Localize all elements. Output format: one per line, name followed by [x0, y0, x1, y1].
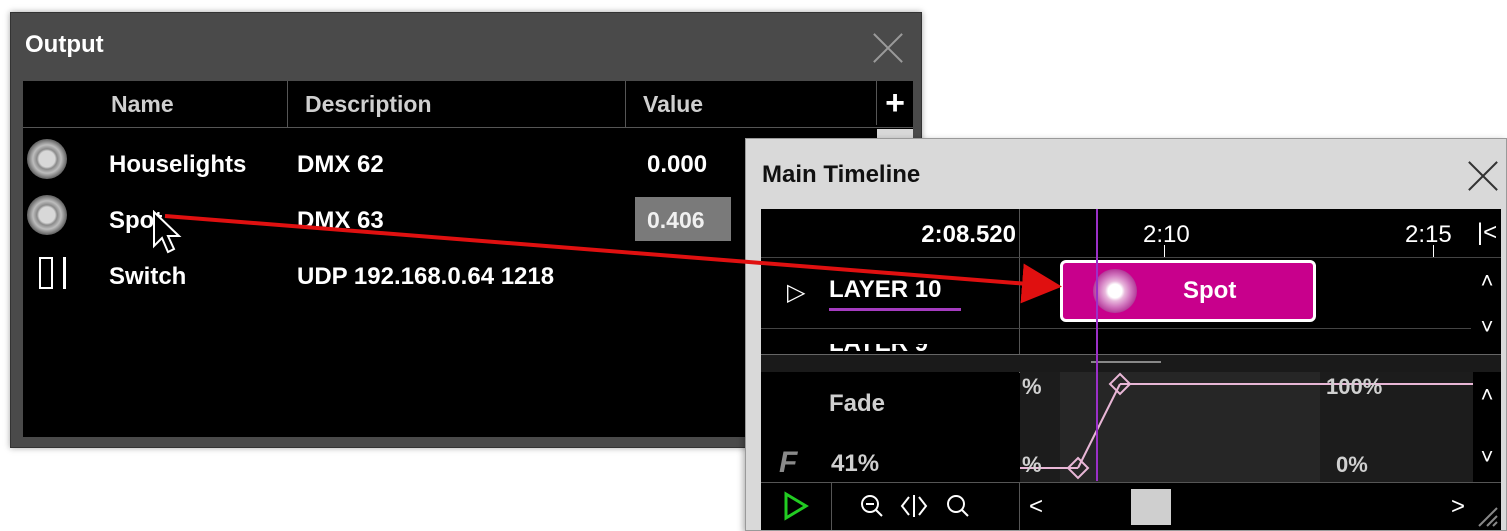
- lamp-icon: [27, 195, 67, 235]
- timeline-toolbar: < >: [761, 482, 1501, 530]
- clip-label: Spot: [1183, 277, 1237, 304]
- layer-scrollbar[interactable]: ˄ ˅: [1473, 258, 1501, 354]
- output-name: Houselights: [109, 151, 247, 178]
- layer-name: LAYER 10: [829, 276, 942, 303]
- envelope-bottom-label: %: [1022, 452, 1042, 477]
- ruler-tick-label: 2:10: [1143, 221, 1190, 248]
- fade-function-icon: F: [779, 446, 798, 479]
- jump-to-start-icon[interactable]: |<: [1473, 209, 1501, 257]
- toolbar-divider: [831, 483, 832, 530]
- lamp-icon: [27, 139, 67, 179]
- toolbar-divider: [1019, 483, 1020, 530]
- play-icon[interactable]: [783, 491, 809, 521]
- output-value-field[interactable]: 0.406: [635, 197, 731, 241]
- playhead[interactable]: [1096, 209, 1098, 481]
- envelope-track[interactable]: Fade F 41% % 100% % 0% ˄ ˅: [761, 372, 1501, 482]
- envelope-percent: 41%: [831, 450, 880, 477]
- output-description: UDP 192.168.0.64 1218: [297, 263, 555, 290]
- scroll-down-icon[interactable]: ˅: [1473, 314, 1501, 340]
- scroll-down-icon[interactable]: ˅: [1473, 444, 1501, 470]
- output-titlebar[interactable]: Output: [11, 13, 921, 81]
- switch-icon: [39, 257, 69, 289]
- close-icon[interactable]: [871, 31, 905, 65]
- envelope-curve[interactable]: [1020, 372, 1473, 482]
- output-title: Output: [25, 31, 104, 58]
- column-header-description[interactable]: Description: [305, 91, 432, 118]
- lamp-icon: [1093, 269, 1137, 313]
- envelope-scrollbar[interactable]: ˄ ˅: [1473, 372, 1501, 482]
- output-description: DMX 63: [297, 207, 384, 234]
- splitter-grip[interactable]: [1091, 361, 1161, 363]
- ruler-tick: [1433, 245, 1434, 257]
- column-header-name[interactable]: Name: [111, 91, 174, 118]
- header-divider: [1019, 209, 1020, 257]
- mouse-cursor-icon: [153, 210, 182, 254]
- horizontal-scrollbar[interactable]: < >: [1021, 489, 1473, 527]
- envelope-top-label: %: [1022, 374, 1042, 399]
- column-header-value[interactable]: Value: [643, 91, 703, 118]
- media-clip[interactable]: Spot: [1060, 260, 1316, 322]
- close-icon[interactable]: [1466, 159, 1500, 193]
- column-divider[interactable]: [625, 81, 626, 127]
- scroll-left-icon[interactable]: <: [1029, 493, 1043, 521]
- column-divider[interactable]: [287, 81, 288, 127]
- envelope-max-label: 100%: [1326, 374, 1383, 399]
- next-layer-name: LAYER 9: [829, 344, 949, 354]
- timeline-title: Main Timeline: [762, 161, 921, 188]
- expand-triangle-icon[interactable]: ▷: [787, 278, 805, 307]
- table-header: Name Description Value +: [23, 81, 913, 128]
- zoom-in-icon[interactable]: [945, 493, 971, 521]
- current-time: 2:08.520: [921, 221, 1016, 248]
- zoom-out-icon[interactable]: [859, 493, 885, 521]
- add-output-button[interactable]: +: [876, 81, 913, 125]
- envelope-header[interactable]: Fade F 41%: [761, 372, 1019, 482]
- timeline-window: Main Timeline 2:08.520 2:10 2:15 |< ▷ LA…: [745, 138, 1507, 531]
- scroll-up-icon[interactable]: ˄: [1473, 268, 1501, 294]
- fit-width-icon[interactable]: [899, 491, 929, 521]
- layer-divider: [761, 328, 1471, 329]
- output-value[interactable]: 0.000: [647, 151, 707, 179]
- timeline-body: 2:08.520 2:10 2:15 |< ▷ LAYER 10 LAYER 9…: [761, 209, 1501, 530]
- time-ruler[interactable]: 2:08.520 2:10 2:15 |<: [761, 209, 1501, 258]
- layer-header[interactable]: ▷ LAYER 10: [761, 258, 1020, 354]
- output-value: 0.406: [647, 207, 705, 233]
- pane-splitter[interactable]: [761, 354, 1501, 373]
- resize-grip-icon[interactable]: [1473, 502, 1499, 528]
- scroll-right-icon[interactable]: >: [1451, 493, 1465, 521]
- scrollbar-thumb[interactable]: [1131, 489, 1171, 525]
- ruler-tick-label: 2:15: [1405, 221, 1452, 248]
- scroll-up-icon[interactable]: ˄: [1473, 382, 1501, 408]
- layer-track[interactable]: ▷ LAYER 10 LAYER 9 Spot ˄ ˅: [761, 258, 1501, 354]
- output-description: DMX 62: [297, 151, 384, 178]
- output-name: Switch: [109, 263, 187, 290]
- envelope-min-label: 0%: [1336, 452, 1368, 477]
- envelope-curve-area[interactable]: % 100% % 0%: [1020, 372, 1473, 482]
- ruler-tick: [1164, 245, 1165, 257]
- envelope-name: Fade: [829, 390, 886, 417]
- layer-color-bar: [829, 308, 961, 311]
